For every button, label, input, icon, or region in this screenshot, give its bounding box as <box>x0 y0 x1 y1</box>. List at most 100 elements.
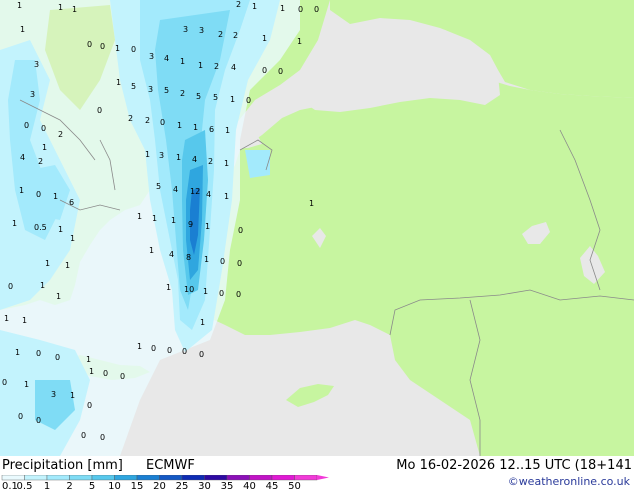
precip-value: 1 <box>252 2 257 11</box>
precip-value: 2 <box>233 31 238 40</box>
precip-value: 1 <box>198 61 203 70</box>
precip-value: 1 <box>171 216 176 225</box>
legend-label: 35 <box>221 481 234 490</box>
precip-value: 0 <box>120 372 125 381</box>
precip-value: 0 <box>167 346 172 355</box>
precip-value: 5 <box>196 92 201 101</box>
precip-value: 1 <box>45 259 50 268</box>
precip-value: 1 <box>116 78 121 87</box>
precip-value: 1 <box>230 95 235 104</box>
precip-value: 1 <box>42 143 47 152</box>
precip-value: 0 <box>41 124 46 133</box>
precip-value: 1 <box>115 44 120 53</box>
legend-label: 50 <box>288 481 301 490</box>
precip-value: 0 <box>278 67 283 76</box>
precip-value: 0 <box>131 45 136 54</box>
precip-value: 4 <box>231 63 236 72</box>
precip-value: 1 <box>166 283 171 292</box>
model-name: ECMWF <box>146 458 195 473</box>
legend-swatch <box>136 475 160 481</box>
precip-value: 6 <box>69 198 74 207</box>
legend-swatch <box>181 475 205 481</box>
precip-value: 1 <box>24 380 29 389</box>
precip-value: 2 <box>236 0 241 9</box>
precip-value: 0 <box>55 353 60 362</box>
precip-value: 1 <box>15 348 20 357</box>
precip-value: 0 <box>246 96 251 105</box>
legend-swatch <box>271 475 295 481</box>
precip-value: 3 <box>159 151 164 160</box>
precip-value: 1 <box>4 314 9 323</box>
legend-swatch <box>1 475 25 481</box>
precip-value: 3 <box>149 52 154 61</box>
precip-value: 4 <box>173 185 178 194</box>
precip-value: 0 <box>238 226 243 235</box>
precip-value: 0 <box>24 121 29 130</box>
precip-value: 0 <box>36 349 41 358</box>
precip-value: 0 <box>219 289 224 298</box>
legend-label: 20 <box>153 481 166 490</box>
precip-value: 0 <box>237 259 242 268</box>
precip-value: 0 <box>2 378 7 387</box>
precip-value: 1 <box>204 255 209 264</box>
precip-value: 2 <box>208 157 213 166</box>
precip-value: 2 <box>218 30 223 39</box>
precip-value: 6 <box>209 125 214 134</box>
legend-label: 2 <box>66 481 72 490</box>
legend-arrow <box>317 475 329 480</box>
precip-value: 5 <box>164 86 169 95</box>
precip-value: 1 <box>53 192 58 201</box>
precip-value: 0 <box>97 106 102 115</box>
legend-label: 5 <box>89 481 95 490</box>
precip-value: 3 <box>30 90 35 99</box>
precip-value: 3 <box>34 60 39 69</box>
precip-value: 4 <box>206 190 211 199</box>
precip-value: 12 <box>190 187 200 196</box>
precip-value: 2 <box>128 114 133 123</box>
precip-value: 1 <box>177 121 182 130</box>
precip-value: 0 <box>36 416 41 425</box>
precip-value: 1 <box>58 3 63 12</box>
precip-value: 8 <box>186 253 191 262</box>
precip-value: 1 <box>193 123 198 132</box>
precip-value: 1 <box>149 246 154 255</box>
precip-value: 4 <box>20 153 25 162</box>
precip-value: 1 <box>58 225 63 234</box>
precip-value: 0 <box>36 190 41 199</box>
precip-value: 10 <box>184 285 194 294</box>
precip-value: 1 <box>12 219 17 228</box>
precip-value: 0 <box>100 42 105 51</box>
precip-value: 0 <box>100 433 105 442</box>
precip-value: 0 <box>262 66 267 75</box>
precip-value: 1 <box>176 153 181 162</box>
precip-value: 0 <box>199 350 204 359</box>
forecast-datetime: Mo 16-02-2026 12..15 UTC (18+141 <box>396 458 632 473</box>
precip-value: 0 <box>236 290 241 299</box>
credit-link[interactable]: ©weatheronline.co.uk <box>508 475 630 488</box>
precip-value: 0 <box>182 347 187 356</box>
precip-value: 0 <box>151 344 156 353</box>
precip-value: 1 <box>262 34 267 43</box>
legend-label: 45 <box>266 481 279 490</box>
precip-value: 1 <box>152 214 157 223</box>
precip-value: 1 <box>200 318 205 327</box>
precip-value: 1 <box>309 199 314 208</box>
precip-value: 0 <box>298 5 303 14</box>
precip-value: 1 <box>224 159 229 168</box>
precip-value: 2 <box>58 130 63 139</box>
footer: Precipitation [mm] ECMWF Mo 16-02-2026 1… <box>0 456 634 490</box>
precip-value: 1 <box>280 4 285 13</box>
precip-value: 5 <box>131 82 136 91</box>
precip-value: 1 <box>86 355 91 364</box>
precip-value: 0 <box>8 282 13 291</box>
legend-swatch <box>24 475 48 481</box>
legend-swatch <box>226 475 250 481</box>
precip-value: 1 <box>40 281 45 290</box>
legend-label: 0.5 <box>17 481 33 490</box>
legend-label: 40 <box>243 481 256 490</box>
precip-value: 1 <box>297 37 302 46</box>
precip-value: 1 <box>137 342 142 351</box>
precip-value: 1 <box>70 234 75 243</box>
legend-swatch <box>46 475 70 481</box>
precip-value: 4 <box>164 54 169 63</box>
